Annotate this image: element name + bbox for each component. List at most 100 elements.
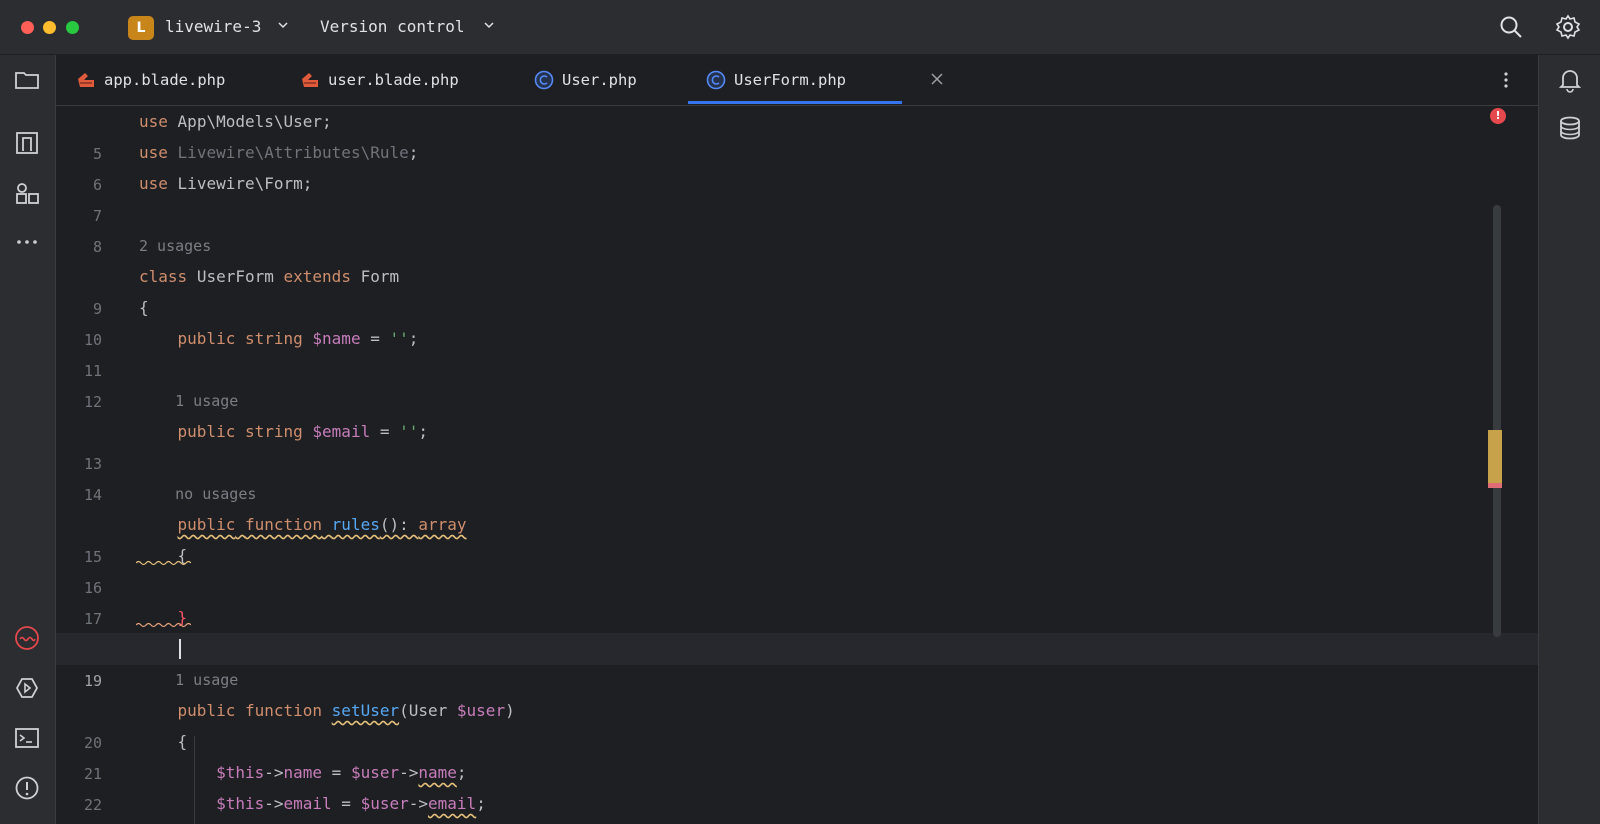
chevron-down-icon[interactable] <box>482 18 496 32</box>
token: -> <box>264 763 284 782</box>
code-line: 5 use App\Models\User; <box>56 106 1538 163</box>
token: (): <box>379 515 419 534</box>
token: array <box>418 515 467 534</box>
token: -> <box>399 763 419 782</box>
token: UserForm <box>196 267 274 286</box>
token: (User <box>399 701 457 720</box>
error-indicator-icon[interactable]: ! <box>1490 108 1506 124</box>
token: class <box>139 267 188 286</box>
code-line: 10 { <box>56 292 1538 349</box>
usages-hint-text: 1 usage <box>175 671 239 689</box>
code-line: 18 } <box>56 602 1538 659</box>
vertical-scrollbar[interactable] <box>1493 205 1501 637</box>
usages-hint[interactable]: 1 usage <box>139 385 238 417</box>
token: ; <box>302 174 313 193</box>
token: $this <box>216 794 265 813</box>
token: use <box>139 112 168 131</box>
token: function <box>244 701 323 720</box>
inlay-hint-line: no usages <box>56 478 1538 510</box>
token: public <box>177 329 236 348</box>
usages-hint[interactable]: 1 usage <box>139 664 238 696</box>
run-icon[interactable] <box>14 675 40 701</box>
code-editor[interactable]: 5 use App\Models\User; 6 use Livewire\At… <box>56 106 1538 824</box>
structure-icon[interactable] <box>14 130 40 156</box>
code-line: 12 <box>56 354 1538 411</box>
token: use <box>139 143 168 162</box>
token: function <box>244 515 323 534</box>
code-line: 7 use Livewire\Form; <box>56 168 1538 225</box>
tab-label: UserForm.php <box>734 71 846 89</box>
code-line: 20 public function setUser(User $user) <box>56 695 1538 752</box>
token: ; <box>418 422 429 441</box>
token: = <box>360 329 390 348</box>
token: use <box>139 174 168 193</box>
token: $user <box>360 794 409 813</box>
warning-stripe-marker[interactable] <box>1488 430 1502 486</box>
more-icon[interactable] <box>14 229 40 255</box>
token: $user <box>350 763 400 782</box>
left-tool-stripe <box>0 55 56 824</box>
version-control-menu[interactable]: Version control <box>320 17 465 36</box>
token: string <box>244 422 303 441</box>
terminal-icon[interactable] <box>14 725 40 751</box>
plugins-icon[interactable] <box>14 180 40 206</box>
inlay-hint-line: 2 usages <box>56 230 1538 262</box>
more-vertical-icon[interactable] <box>1496 70 1516 90</box>
token: = <box>331 794 361 813</box>
token: email <box>428 794 477 813</box>
usages-hint[interactable]: no usages <box>139 478 256 510</box>
token: -> <box>264 794 284 813</box>
gear-icon[interactable] <box>1555 14 1581 40</box>
token: '' <box>399 422 419 441</box>
editor-tab-bar: app.blade.php user.blade.php User.php Us… <box>56 55 1538 106</box>
window-minimize-button[interactable] <box>43 21 56 34</box>
problems-icon[interactable] <box>14 775 40 801</box>
blade-icon <box>78 73 94 87</box>
close-icon[interactable] <box>928 70 946 88</box>
tab-label: app.blade.php <box>104 71 226 89</box>
notifications-bell-icon[interactable] <box>1557 67 1583 93</box>
code-line: 8 <box>56 199 1538 256</box>
token: rules <box>331 515 380 534</box>
token: ; <box>456 763 467 782</box>
usages-hint[interactable]: 2 usages <box>139 230 211 262</box>
project-selector[interactable]: livewire-3 <box>165 17 261 36</box>
window-maximize-button[interactable] <box>66 21 79 34</box>
inlay-hint-line: 1 usage <box>56 385 1538 417</box>
token: $name <box>312 329 361 348</box>
code-line: 16 { <box>56 540 1538 597</box>
tab-label: user.blade.php <box>328 71 459 89</box>
token: ; <box>322 112 332 131</box>
usages-hint-text: no usages <box>175 485 257 503</box>
window-close-button[interactable] <box>21 21 34 34</box>
token: public <box>177 515 236 534</box>
code-line: 14 <box>56 447 1538 504</box>
right-tool-stripe <box>1538 55 1600 824</box>
database-icon[interactable] <box>1557 115 1583 141</box>
warning-squiggle <box>136 622 191 628</box>
token: name <box>283 763 323 782</box>
warning-squiggle <box>136 560 191 566</box>
code-line: 21 { <box>56 726 1538 783</box>
folder-icon[interactable] <box>14 67 40 93</box>
usages-hint-text: 1 usage <box>175 392 239 410</box>
php-class-icon <box>534 70 554 90</box>
token: public <box>177 422 236 441</box>
php-class-icon <box>706 70 726 90</box>
search-icon[interactable] <box>1498 14 1524 40</box>
project-badge[interactable]: L <box>128 16 154 40</box>
error-stripe-marker[interactable] <box>1488 483 1502 488</box>
code-line: 23 $this->email = $user->email; <box>56 788 1538 820</box>
token: Livewire\Form <box>177 174 303 193</box>
text-caret <box>179 639 181 659</box>
token: setUser <box>331 701 400 720</box>
chevron-down-icon[interactable] <box>276 18 290 32</box>
token: ; <box>408 143 419 162</box>
code-line: 9 class UserForm extends Form <box>56 261 1538 318</box>
code-line: 6 use Livewire\Attributes\Rule; <box>56 137 1538 194</box>
token: { <box>177 732 188 751</box>
token: App\Models\User <box>177 112 323 131</box>
code-line: 15 public function rules(): array <box>56 509 1538 566</box>
problems-wave-icon[interactable] <box>14 625 40 651</box>
token: '' <box>389 329 409 348</box>
